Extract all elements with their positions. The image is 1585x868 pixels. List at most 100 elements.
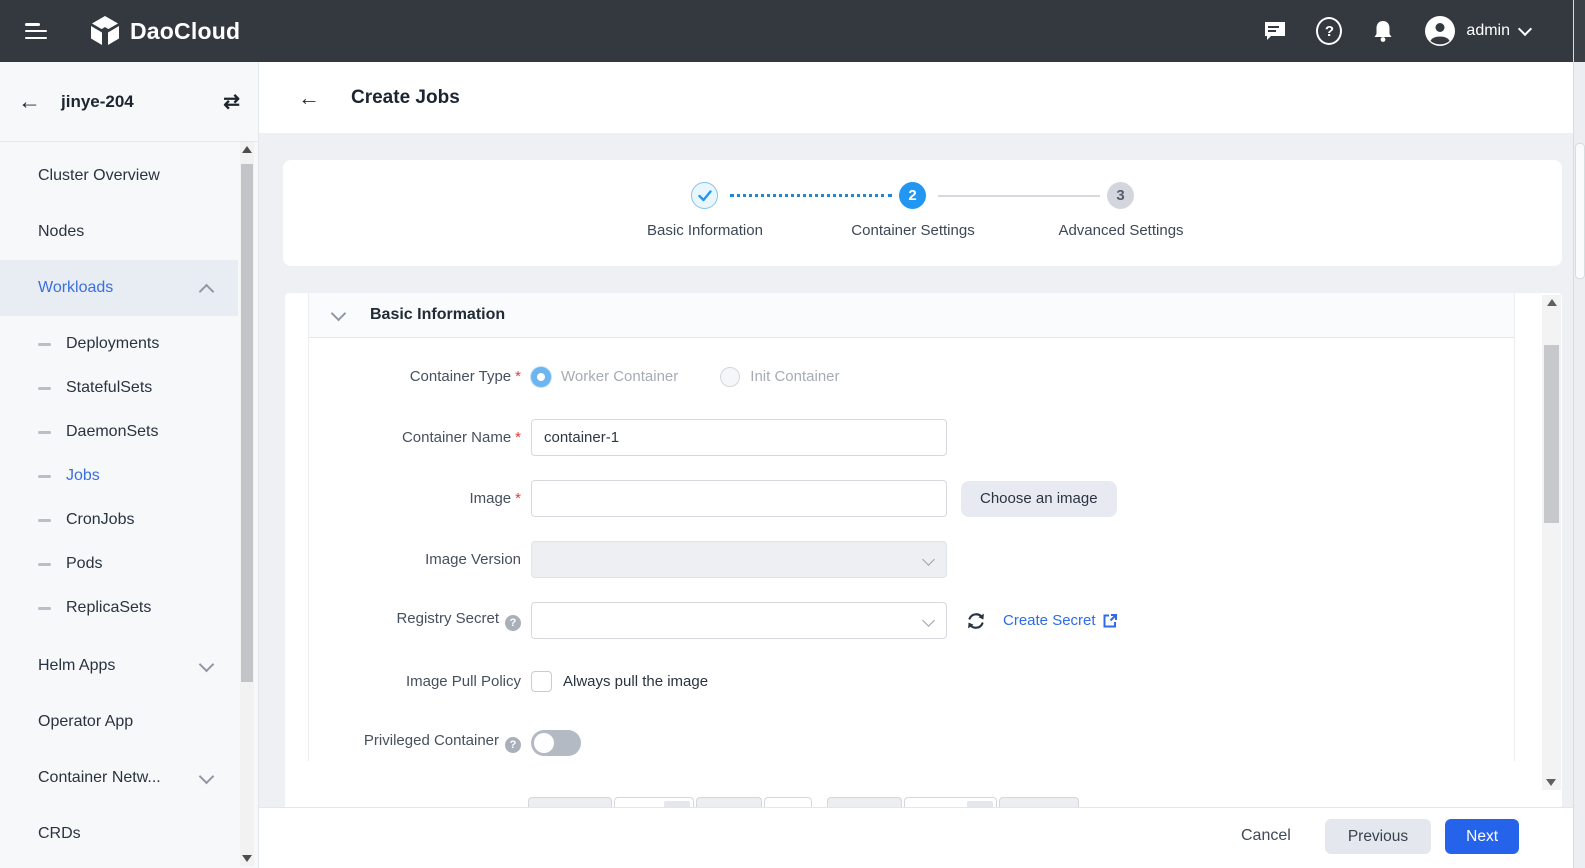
step-3-circle: 3 [1107, 182, 1134, 209]
image-label: Image [469, 490, 511, 507]
sidebar-item-deployments[interactable]: Deployments [0, 322, 238, 366]
image-version-row: Image Version [309, 541, 1514, 578]
scroll-down-arrow[interactable] [1546, 779, 1556, 786]
container-type-label: Container Type [410, 368, 511, 385]
choose-image-button[interactable]: Choose an image [961, 481, 1117, 517]
radio-selected-icon[interactable] [531, 367, 551, 387]
sidebar-item-container-network[interactable]: Container Netw... [0, 750, 238, 806]
menu-icon[interactable] [25, 23, 47, 39]
sidebar-item-workloads[interactable]: Workloads [0, 260, 238, 316]
scroll-down-arrow[interactable] [242, 855, 252, 862]
container-name-row: Container Name* [309, 419, 1514, 456]
chevron-down-icon [922, 553, 935, 566]
required-marker: * [515, 429, 521, 446]
page-title: Create Jobs [351, 87, 460, 109]
chevron-down-icon [331, 305, 347, 321]
chevron-down-icon [199, 768, 215, 784]
image-input[interactable] [531, 480, 947, 517]
form-panel: Basic Information Container Type* Worker… [285, 293, 1562, 807]
toggle-knob [534, 733, 554, 753]
image-pull-policy-label: Image Pull Policy [406, 673, 521, 690]
sidebar-item-operator-app[interactable]: Operator App [0, 694, 238, 750]
image-row: Image* Choose an image [309, 480, 1514, 517]
registry-secret-row: Registry Secret? Create Secret [309, 602, 1514, 639]
next-button[interactable]: Next [1445, 819, 1519, 854]
daocloud-cube-icon [89, 15, 121, 47]
back-arrow-icon[interactable]: ← [298, 87, 320, 109]
user-menu[interactable]: admin [1424, 15, 1530, 47]
sidebar-item-crds[interactable]: CRDs [0, 806, 238, 862]
stepper-connector-dotted [730, 194, 892, 197]
stepper-connector-solid [938, 195, 1100, 197]
dash-icon [38, 607, 51, 610]
section-title: Basic Information [370, 306, 505, 324]
scroll-up-arrow[interactable] [242, 146, 252, 153]
required-marker: * [515, 490, 521, 507]
scrollbar-thumb[interactable] [241, 164, 253, 682]
sidebar-item-statefulsets[interactable]: StatefulSets [0, 366, 238, 410]
always-pull-checkbox[interactable] [531, 671, 552, 692]
create-secret-link[interactable]: Create Secret [1003, 612, 1118, 629]
notifications-bell-icon[interactable] [1370, 18, 1396, 44]
image-version-select[interactable] [531, 541, 947, 578]
sidebar: ← jinye-204 ⇄ Cluster Overview Nodes Wor… [0, 62, 259, 868]
radio-worker-container[interactable]: Worker Container [531, 367, 678, 387]
sidebar-item-cronjobs[interactable]: CronJobs [0, 498, 238, 542]
section-header[interactable]: Basic Information [309, 293, 1514, 338]
external-link-icon [1102, 613, 1118, 629]
container-name-label: Container Name [402, 429, 511, 446]
sidebar-item-cluster-overview[interactable]: Cluster Overview [0, 148, 238, 204]
radio-unselected-icon[interactable] [720, 367, 740, 387]
privileged-container-row: Privileged Container? [309, 724, 1514, 761]
radio-init-container[interactable]: Init Container [720, 367, 839, 387]
window-scrollbar[interactable] [1573, 0, 1585, 868]
clipped-resource-fields-left [528, 797, 812, 807]
dash-icon [38, 519, 51, 522]
cancel-button[interactable]: Cancel [1231, 819, 1301, 853]
previous-button[interactable]: Previous [1325, 819, 1431, 854]
sidebar-item-jobs[interactable]: Jobs [0, 454, 238, 498]
brand-title: DaoCloud [130, 18, 240, 45]
scroll-up-arrow[interactable] [1547, 299, 1557, 306]
registry-secret-select[interactable] [531, 602, 947, 639]
chevron-down-icon [199, 656, 215, 672]
sidebar-menu: Cluster Overview Nodes Workloads Deploym… [0, 142, 238, 868]
top-header: DaoCloud ? admin [0, 0, 1585, 62]
scrollbar-thumb[interactable] [1544, 345, 1559, 523]
sidebar-item-daemonsets[interactable]: DaemonSets [0, 410, 238, 454]
step-2-label: Container Settings [803, 222, 1023, 239]
back-arrow-icon[interactable]: ← [18, 90, 41, 113]
question-badge-icon[interactable]: ? [505, 737, 521, 753]
basic-information-section: Basic Information Container Type* Worker… [308, 293, 1515, 761]
dash-icon [38, 343, 51, 346]
scrollbar-thumb[interactable] [1575, 143, 1585, 279]
stepper-card: 2 3 Basic Information Container Settings… [283, 160, 1562, 266]
page-header: ← Create Jobs [258, 62, 1574, 133]
sidebar-item-helm-apps[interactable]: Helm Apps [0, 638, 238, 694]
sidebar-item-nodes[interactable]: Nodes [0, 204, 238, 260]
sidebar-item-replicasets[interactable]: ReplicaSets [0, 586, 238, 630]
chevron-down-icon [1518, 22, 1532, 36]
help-icon[interactable]: ? [1316, 18, 1342, 44]
image-version-label: Image Version [425, 551, 521, 568]
step-1-done-circle [691, 182, 718, 209]
sidebar-scrollbar[interactable] [240, 142, 254, 866]
step-3-label: Advanced Settings [1011, 222, 1231, 239]
sidebar-item-pods[interactable]: Pods [0, 542, 238, 586]
dash-icon [38, 387, 51, 390]
question-badge-icon[interactable]: ? [505, 615, 521, 631]
container-name-input[interactable] [531, 419, 947, 456]
step-1-label: Basic Information [595, 222, 815, 239]
required-marker: * [515, 368, 521, 385]
avatar-icon [1424, 15, 1456, 47]
form-scrollbar[interactable] [1542, 295, 1561, 790]
form-footer: Cancel Previous Next [258, 807, 1585, 868]
refresh-icon[interactable] [965, 610, 987, 632]
switch-cluster-icon[interactable]: ⇄ [223, 89, 240, 114]
sidebar-header: ← jinye-204 ⇄ [0, 62, 258, 142]
image-pull-policy-row: Image Pull Policy Always pull the image [309, 663, 1514, 700]
registry-secret-label: Registry Secret [396, 610, 499, 627]
messages-icon[interactable] [1262, 18, 1288, 44]
privileged-toggle-off[interactable] [531, 730, 581, 756]
dash-icon [38, 431, 51, 434]
